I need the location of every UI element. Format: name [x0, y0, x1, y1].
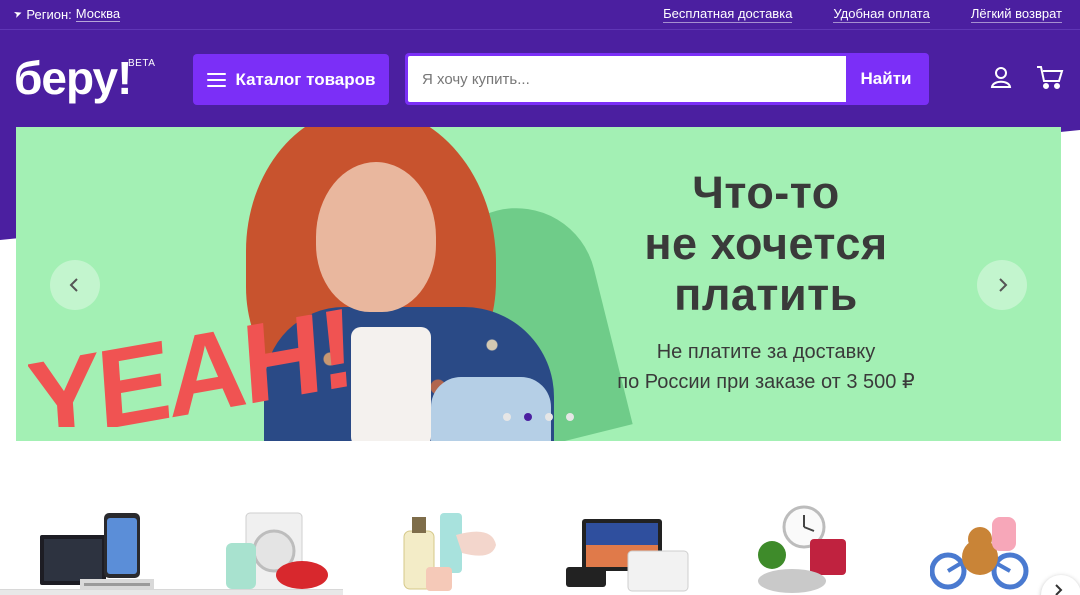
page: ➤ Регион: Москва Бесплатная доставка Удо…	[0, 0, 1080, 595]
top-bar: ➤ Регион: Москва Бесплатная доставка Удо…	[0, 0, 1080, 30]
beauty-icon[interactable]	[400, 505, 500, 595]
free-delivery-link[interactable]: Бесплатная доставка	[663, 6, 793, 23]
carousel-dots	[503, 413, 574, 421]
carousel-dot[interactable]	[503, 413, 511, 421]
location-arrow-icon: ➤	[12, 7, 25, 21]
returns-link[interactable]: Лёгкий возврат	[970, 6, 1062, 23]
user-icon[interactable]	[989, 65, 1013, 89]
banner-headline: Что-то не хочется платить	[616, 167, 916, 320]
catalog-button-label: Каталог товаров	[235, 69, 376, 89]
category-strip	[0, 505, 1080, 595]
electronics-icon[interactable]	[38, 505, 158, 595]
headline-line-2: не хочется	[644, 218, 888, 269]
banner-next-button[interactable]	[977, 260, 1027, 310]
computers-icon[interactable]	[562, 505, 692, 595]
banner-prev-button[interactable]	[50, 260, 100, 310]
logo[interactable]: беру!	[14, 52, 132, 104]
catalog-button[interactable]: Каталог товаров	[193, 54, 389, 105]
chevron-left-icon	[69, 278, 78, 292]
kids-icon[interactable]	[930, 505, 1030, 595]
region-city[interactable]: Москва	[75, 6, 121, 22]
carousel-dot[interactable]	[545, 413, 553, 421]
banner-subline: Не платите за доставку по России при зак…	[576, 337, 956, 397]
search-button[interactable]: Найти	[846, 56, 926, 102]
menu-icon	[206, 72, 226, 87]
promo-banner[interactable]: YEAH! Что-то не хочется платить Не плати…	[16, 127, 1061, 441]
region-label: Регион:	[26, 6, 72, 22]
search-bar: Найти	[405, 53, 929, 105]
headline-line-1: Что-то	[692, 167, 840, 218]
chevron-right-icon	[999, 278, 1008, 292]
region-selector[interactable]: ➤ Регион: Москва	[12, 6, 121, 22]
horizontal-scrollbar[interactable]	[0, 589, 343, 595]
search-input[interactable]	[408, 56, 846, 102]
top-nav: Бесплатная доставка Удобная оплата Лёгки…	[663, 6, 1062, 23]
cart-icon[interactable]	[1036, 65, 1064, 89]
carousel-dot-active[interactable]	[524, 413, 532, 421]
headline-line-3: платить	[674, 269, 858, 320]
carousel-dot[interactable]	[566, 413, 574, 421]
banner-photo-jeans	[431, 377, 551, 441]
payment-link[interactable]: Удобная оплата	[833, 6, 930, 23]
home-kitchen-icon[interactable]	[752, 505, 862, 595]
beta-badge: BETA	[128, 58, 156, 69]
subline-line-1: Не платите за доставку	[656, 341, 876, 363]
appliances-icon[interactable]	[224, 505, 334, 595]
chevron-right-icon	[1055, 584, 1063, 595]
subline-line-2: по России при заказе от 3 500 ₽	[617, 371, 915, 393]
